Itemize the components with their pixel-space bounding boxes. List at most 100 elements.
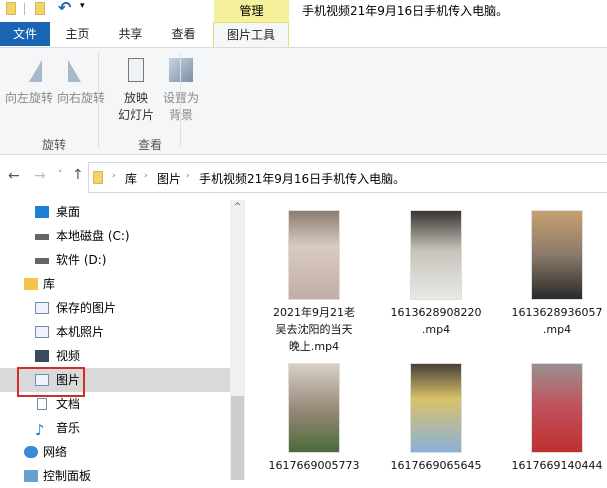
nav-item-libraries[interactable]: 库 (0, 272, 230, 296)
file-name[interactable]: 1613628936057 .mp4 (502, 304, 607, 338)
navigation-pane: 桌面 本地磁盘 (C:) 软件 (D:) 库 保存的图片 本机照片 视频 图片 … (0, 200, 230, 483)
drive-icon (35, 258, 49, 264)
set-background-icon (169, 58, 193, 82)
slideshow-label-1: 放映 (123, 91, 148, 105)
tab-view[interactable]: 查看 (161, 22, 206, 46)
file-name[interactable]: 2021年9月21老 吴去沈阳的当天 晚上.mp4 (259, 304, 369, 355)
video-thumbnail[interactable] (531, 363, 583, 453)
file-name-line: 晚上.mp4 (288, 340, 340, 353)
file-name-line: .mp4 (421, 323, 451, 336)
nav-label: 本机照片 (56, 325, 105, 339)
file-name-line: .mp4 (542, 323, 572, 336)
window-title: 手机视频21年9月16日手机传入电脑。 (302, 4, 509, 18)
nav-item-music[interactable]: ♪ 音乐 (0, 416, 230, 440)
file-name-line: 2021年9月21老 (273, 306, 355, 319)
pictures-icon (35, 326, 49, 338)
scroll-thumb[interactable] (231, 396, 244, 480)
rotate-left-icon (16, 60, 42, 82)
undo-icon[interactable]: ↶ (58, 0, 71, 17)
nav-item-desktop[interactable]: 桌面 (0, 200, 230, 224)
tab-share[interactable]: 共享 (108, 22, 153, 46)
breadcrumb-separator: › (112, 171, 116, 181)
nav-label: 软件 (D:) (56, 253, 107, 267)
file-name[interactable]: 1617669065645 (381, 457, 491, 474)
nav-item-network[interactable]: 网络 (0, 440, 230, 464)
separator (24, 3, 25, 15)
breadcrumb-separator: › (144, 171, 148, 181)
projector-screen-icon (128, 58, 144, 82)
library-icon (24, 278, 38, 290)
file-name-line: 吴去沈阳的当天 (275, 323, 353, 336)
forward-button[interactable]: → (34, 168, 46, 184)
nav-scrollbar[interactable]: ^ (230, 200, 245, 480)
pictures-icon (35, 302, 49, 314)
set-background-label-2: 背景 (158, 107, 204, 124)
rotate-left-button[interactable]: 向左旋转 (4, 60, 54, 107)
file-name-line: 1617669005773 (268, 459, 360, 472)
file-name[interactable]: 1617669005773 (259, 457, 369, 474)
recent-locations-button[interactable]: ˅ (58, 170, 63, 180)
desktop-icon (35, 206, 49, 218)
up-button[interactable]: ↑ (72, 167, 84, 183)
file-name[interactable]: 1617669140444 (502, 457, 607, 474)
address-bar[interactable]: › 库 › 图片 › 手机视频21年9月16日手机传入电脑。 (88, 162, 607, 193)
nav-label: 音乐 (56, 421, 81, 435)
set-background-label-1: 设置为 (158, 90, 204, 107)
tab-file[interactable]: 文件 (0, 22, 50, 46)
documents-icon (37, 398, 47, 410)
rotate-left-label: 向左旋转 (4, 91, 53, 105)
video-thumbnail[interactable] (531, 210, 583, 300)
nav-item-drive-c[interactable]: 本地磁盘 (C:) (0, 224, 230, 248)
nav-item-control-panel[interactable]: 控制面板 (0, 464, 230, 488)
new-folder-icon[interactable] (35, 2, 45, 15)
nav-label: 库 (43, 277, 56, 291)
nav-item-documents[interactable]: 文档 (0, 392, 230, 416)
breadcrumb-pictures[interactable]: 图片 (157, 170, 181, 187)
file-name[interactable]: 1613628908220 .mp4 (381, 304, 491, 338)
video-thumbnail[interactable] (288, 363, 340, 453)
video-icon (35, 350, 49, 362)
group-label-view: 查看 (138, 138, 163, 152)
nav-item-camera-roll[interactable]: 本机照片 (0, 320, 230, 344)
nav-label: 本地磁盘 (C:) (56, 229, 130, 243)
network-icon (24, 446, 38, 458)
group-separator (98, 52, 99, 148)
video-thumbnail[interactable] (410, 210, 462, 300)
drive-icon (35, 234, 49, 240)
folder-icon (93, 171, 103, 184)
nav-label: 控制面板 (43, 469, 92, 483)
back-button[interactable]: ← (8, 168, 20, 184)
file-name-line: 1613628908220 (390, 306, 482, 319)
file-name-line: 1613628936057 (511, 306, 603, 319)
nav-item-drive-d[interactable]: 软件 (D:) (0, 248, 230, 272)
file-name-line: 1617669140444 (511, 459, 603, 472)
set-background-button[interactable]: 设置为 背景 (158, 58, 204, 124)
nav-label: 文档 (56, 397, 81, 411)
video-thumbnail[interactable] (410, 363, 462, 453)
video-thumbnail[interactable] (288, 210, 340, 300)
file-name-line: 1617669065645 (390, 459, 482, 472)
breadcrumb-library[interactable]: 库 (125, 170, 137, 187)
folder-icon (6, 2, 16, 15)
group-separator (180, 52, 181, 148)
slideshow-button[interactable]: 放映 幻灯片 (116, 58, 156, 124)
rotate-right-icon (68, 60, 94, 82)
music-icon: ♪ (35, 421, 45, 439)
slideshow-label-2: 幻灯片 (117, 108, 154, 122)
tab-picture-tools[interactable]: 图片工具 (213, 22, 289, 48)
tab-home[interactable]: 主页 (55, 22, 100, 46)
nav-item-videos[interactable]: 视频 (0, 344, 230, 368)
group-label-rotate: 旋转 (42, 138, 67, 152)
customize-toolbar-icon[interactable]: ▾ (80, 1, 85, 11)
control-panel-icon (24, 470, 38, 482)
breadcrumb-current-folder[interactable]: 手机视频21年9月16日手机传入电脑。 (199, 170, 405, 187)
nav-label: 保存的图片 (56, 301, 117, 315)
nav-item-saved-pictures[interactable]: 保存的图片 (0, 296, 230, 320)
breadcrumb-separator: › (186, 171, 190, 181)
nav-label: 桌面 (56, 205, 81, 219)
scroll-up-arrow[interactable]: ^ (230, 202, 245, 212)
ribbon: 向左旋转 向右旋转 旋转 放映 幻灯片 设置为 背景 查看 (0, 47, 607, 155)
manage-context-tab[interactable]: 管理 (214, 0, 289, 22)
nav-label: 视频 (56, 349, 81, 363)
nav-label: 网络 (43, 445, 68, 459)
